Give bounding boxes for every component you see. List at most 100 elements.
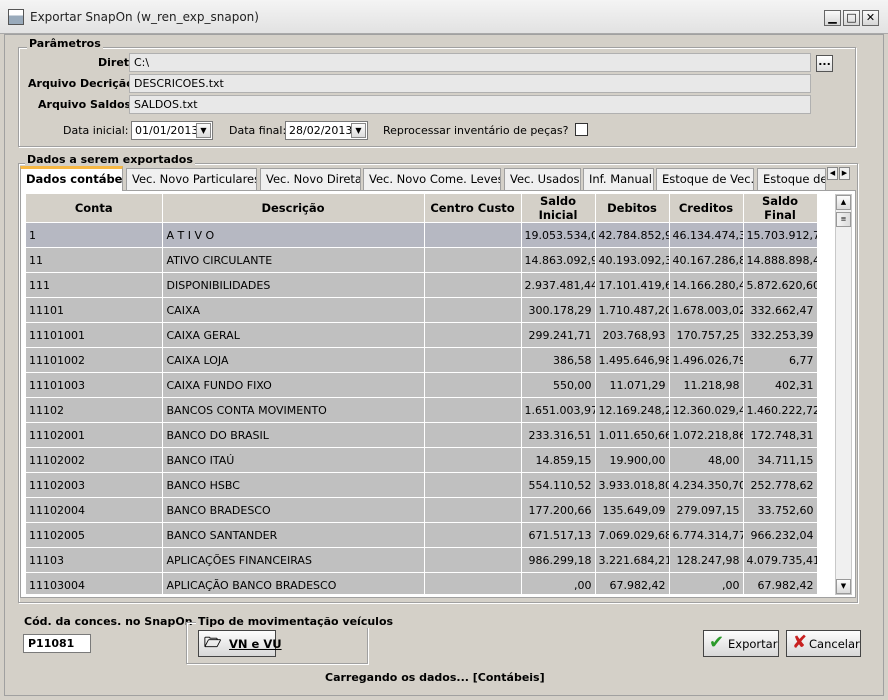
tab-vec-usados[interactable]: Vec. Usados	[504, 168, 581, 190]
diretorio-field[interactable]: C:\	[129, 53, 811, 72]
chevron-down-icon[interactable]: ▼	[196, 123, 211, 138]
cell-descricao: BANCO ITAÚ	[162, 447, 425, 473]
tab-estoque-pecas[interactable]: Estoque de Peças	[757, 168, 826, 190]
cell-debitos: 17.101.419,64	[595, 272, 670, 298]
cell-creditos: 48,00	[669, 447, 744, 473]
column-header-creditos[interactable]: Creditos	[669, 194, 744, 223]
close-button[interactable]: ✕	[862, 10, 879, 26]
exportar-button[interactable]: ✔ Exportar	[703, 630, 779, 657]
cell-debitos: 1.495.646,98	[595, 347, 670, 373]
table-row[interactable]: 1A T I V O 19.053.534,0942.784.852,9646.1…	[26, 222, 817, 248]
browse-directory-button[interactable]: ...	[816, 55, 833, 72]
cell-descricao: BANCO DO BRASIL	[162, 422, 425, 448]
cell-conta: 11102	[26, 397, 163, 423]
data-inicial-combo[interactable]: 01/01/2013 ▼	[131, 121, 213, 140]
table-row[interactable]: 11103004 APLICAÇÃO BANCO BRADESCO ,00 67.98…	[26, 572, 817, 594]
data-final-label: Data final:	[229, 124, 287, 137]
codigo-snapon-input[interactable]: P11081	[23, 634, 91, 653]
column-header-saldo-inicial[interactable]: Saldo Inicial	[521, 194, 596, 223]
cell-debitos: 42.784.852,96	[595, 222, 670, 248]
table-row[interactable]: 11101003 CAIXA FUNDO FIXO 550,00 11.071,29 1…	[26, 372, 817, 398]
cell-creditos: ,00	[669, 572, 744, 594]
cell-conta: 11	[26, 247, 163, 273]
cell-saldo-final: 34.711,15	[743, 447, 817, 473]
parametros-title: Parâmetros	[27, 37, 103, 50]
cell-debitos: 19.900,00	[595, 447, 670, 473]
cell-saldo-final: 402,31	[743, 372, 817, 398]
cell-saldo-inicial: 300.178,29	[521, 297, 596, 323]
maximize-button[interactable]: □	[843, 10, 860, 26]
cell-saldo-inicial: 671.517,13	[521, 522, 596, 548]
cell-conta: 1	[26, 222, 163, 248]
cell-descricao: A T I V O	[162, 222, 425, 248]
column-header-saldo-final[interactable]: Saldo Final	[743, 194, 817, 223]
column-header-conta[interactable]: Conta	[26, 194, 163, 223]
cell-conta: 11103004	[26, 572, 163, 594]
cell-descricao: APLICAÇÕES FINANCEIRAS	[162, 547, 425, 573]
tab-estoque-vec[interactable]: Estoque de Vec.	[656, 168, 754, 190]
tab-dados-contabeis[interactable]: Dados contábeis	[20, 166, 123, 191]
cell-debitos: 12.169.248,23	[595, 397, 670, 423]
scrollbar-thumb[interactable]: ≡	[836, 212, 851, 227]
table-row[interactable]: 11103 APLICAÇÕES FINANCEIRAS 986.299,18 3.2…	[26, 547, 817, 573]
cell-conta: 11103	[26, 547, 163, 573]
column-header-debitos[interactable]: Debitos	[595, 194, 670, 223]
table-row[interactable]: 11102 BANCOS CONTA MOVIMENTO 1.651.003,97 1…	[26, 397, 817, 423]
cell-centro-custo	[424, 347, 522, 373]
reprocessar-checkbox[interactable]	[575, 123, 588, 136]
cell-centro-custo	[424, 222, 522, 248]
tab-vec-novo-come-leves[interactable]: Vec. Novo Come. Leves	[363, 168, 501, 190]
scroll-down-icon[interactable]: ▼	[836, 579, 851, 594]
cell-descricao: CAIXA LOJA	[162, 347, 425, 373]
reprocessar-label: Reprocessar inventário de peças?	[383, 124, 569, 137]
cell-creditos: 1.072.218,86	[669, 422, 744, 448]
tab-scroll-right-icon[interactable]: ▶	[839, 167, 850, 180]
cell-saldo-final: 6,77	[743, 347, 817, 373]
tab-scroll-left-icon[interactable]: ◀	[827, 167, 838, 180]
table-row[interactable]: 11102002 BANCO ITAÚ 14.859,15 19.900,00 48,0…	[26, 447, 817, 473]
data-grid: Conta Descrição Centro Custo Saldo Inici…	[26, 194, 817, 594]
table-row[interactable]: 11101001 CAIXA GERAL 299.241,71 203.768,93 1…	[26, 322, 817, 348]
cell-saldo-inicial: 2.937.481,44	[521, 272, 596, 298]
arquivo-saldos-label: Arquivo Saldos:	[38, 98, 136, 111]
tab-inf-manual[interactable]: Inf. Manual	[583, 168, 654, 190]
cell-centro-custo	[424, 272, 522, 298]
cell-saldo-final: 67.982,42	[743, 572, 817, 594]
cancelar-button[interactable]: ✘ Cancelar	[786, 630, 861, 657]
minimize-button[interactable]: ▁	[824, 10, 841, 26]
column-header-centro-custo[interactable]: Centro Custo	[424, 194, 522, 223]
codigo-label: Cód. da conces. no SnapOn	[24, 615, 193, 628]
cell-debitos: 3.221.684,21	[595, 547, 670, 573]
cell-creditos: 279.097,15	[669, 497, 744, 523]
tab-vec-novo-particulares[interactable]: Vec. Novo Particulares	[126, 168, 257, 190]
table-row[interactable]: 11102001 BANCO DO BRASIL 233.316,51 1.011.6…	[26, 422, 817, 448]
cancel-x-icon: ✘	[792, 632, 808, 653]
arquivo-saldos-field[interactable]: SALDOS.txt	[129, 95, 811, 114]
data-final-combo[interactable]: 28/02/2013 ▼	[285, 121, 368, 140]
tab-vec-novo-direta[interactable]: Vec. Novo Direta	[260, 168, 361, 190]
scroll-up-icon[interactable]: ▲	[836, 195, 851, 210]
tab-bar: Dados contábeis Vec. Novo Particulares V…	[16, 166, 856, 191]
chevron-down-icon[interactable]: ▼	[351, 123, 366, 138]
grid-vertical-scrollbar[interactable]: ▲ ≡ ▼	[835, 194, 852, 595]
table-row[interactable]: 11101002 CAIXA LOJA 386,58 1.495.646,98 1.49…	[26, 347, 817, 373]
vn-vu-label: VN e VU	[229, 637, 282, 651]
column-header-descricao[interactable]: Descrição	[162, 194, 425, 223]
arquivo-descricao-field[interactable]: DESCRICOES.txt	[129, 74, 811, 93]
cell-saldo-inicial: 550,00	[521, 372, 596, 398]
cell-conta: 11101002	[26, 347, 163, 373]
vn-vu-button[interactable]: 🗁 VN e VU	[198, 630, 282, 657]
cell-conta: 11101001	[26, 322, 163, 348]
cell-debitos: 67.982,42	[595, 572, 670, 594]
table-row[interactable]: 11101 CAIXA 300.178,29 1.710.487,20 1.678.00…	[26, 297, 817, 323]
table-row[interactable]: 11102004 BANCO BRADESCO 177.200,66 135.649,…	[26, 497, 817, 523]
cell-debitos: 7.069.029,68	[595, 522, 670, 548]
cell-debitos: 1.011.650,66	[595, 422, 670, 448]
table-row[interactable]: 11ATIVO CIRCULANTE 14.863.092,9640.193.09…	[26, 247, 817, 273]
cell-descricao: APLICAÇÃO BANCO BRADESCO	[162, 572, 425, 594]
cell-saldo-inicial: 19.053.534,09	[521, 222, 596, 248]
table-row[interactable]: 111 DISPONIBILIDADES 2.937.481,44 17.101.41…	[26, 272, 817, 298]
cell-centro-custo	[424, 422, 522, 448]
table-row[interactable]: 11102005 BANCO SANTANDER 671.517,13 7.069.0…	[26, 522, 817, 548]
table-row[interactable]: 11102003 BANCO HSBC 554.110,52 3.933.018,80…	[26, 472, 817, 498]
